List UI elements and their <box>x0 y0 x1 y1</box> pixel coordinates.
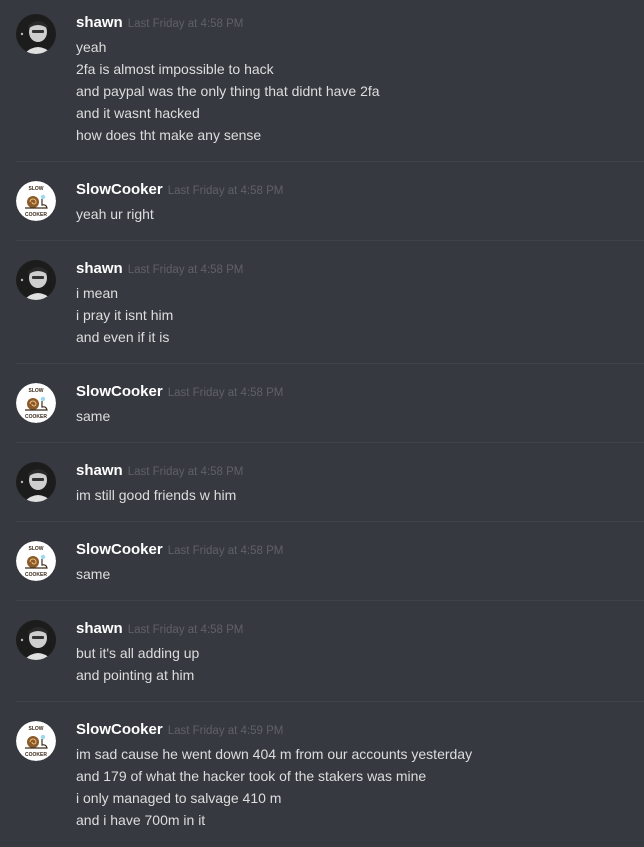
timestamp: Last Friday at 4:58 PM <box>127 18 244 30</box>
timestamp: Last Friday at 4:58 PM <box>127 466 244 478</box>
message-line: and pointing at him <box>76 667 195 683</box>
username[interactable]: SlowCooker <box>76 541 163 558</box>
snail-logo-icon: SLOW COOKER <box>16 181 56 221</box>
message-line: same <box>76 566 111 582</box>
divider <box>16 701 644 702</box>
message-line: and paypal was the only thing that didnt… <box>76 83 380 99</box>
avatar[interactable] <box>16 14 56 54</box>
timestamp: Last Friday at 4:59 PM <box>167 725 284 737</box>
message-line: im still good friends w him <box>76 487 237 503</box>
svg-text:COOKER: COOKER <box>25 752 47 758</box>
timestamp: Last Friday at 4:58 PM <box>167 545 284 557</box>
svg-text:SLOW: SLOW <box>29 546 44 552</box>
svg-text:SLOW: SLOW <box>29 388 44 394</box>
divider <box>16 240 644 241</box>
message-line: same <box>76 408 111 424</box>
message-line: yeah <box>76 39 107 55</box>
avatar[interactable] <box>16 620 56 660</box>
svg-text:SLOW: SLOW <box>29 186 44 192</box>
message-line: but it's all adding up <box>76 645 200 661</box>
username[interactable]: shawn <box>76 260 123 277</box>
username[interactable]: shawn <box>76 462 123 479</box>
svg-text:COOKER: COOKER <box>25 414 47 420</box>
timestamp: Last Friday at 4:58 PM <box>127 264 244 276</box>
username[interactable]: SlowCooker <box>76 721 163 738</box>
timestamp: Last Friday at 4:58 PM <box>167 185 284 197</box>
timestamp: Last Friday at 4:58 PM <box>167 387 284 399</box>
person-photo-icon <box>16 620 56 660</box>
username[interactable]: SlowCooker <box>76 181 163 198</box>
person-photo-icon <box>16 260 56 300</box>
username[interactable]: shawn <box>76 14 123 31</box>
username[interactable]: shawn <box>76 620 123 637</box>
timestamp: Last Friday at 4:58 PM <box>127 624 244 636</box>
divider <box>16 600 644 601</box>
message-line: im sad cause he went down 404 m from our… <box>76 746 473 762</box>
avatar[interactable] <box>16 462 56 502</box>
message-line: i pray it isnt him <box>76 307 174 323</box>
avatar[interactable]: SLOW COOKER <box>16 383 56 423</box>
snail-logo-icon: SLOW COOKER <box>16 721 56 761</box>
divider <box>16 161 644 162</box>
username[interactable]: SlowCooker <box>76 383 163 400</box>
divider <box>16 521 644 522</box>
message-line: and 179 of what the hacker took of the s… <box>76 768 427 784</box>
svg-text:COOKER: COOKER <box>25 572 47 578</box>
chat-messages: shawn Last Friday at 4:58 PM yeah 2fa is … <box>0 0 644 847</box>
snail-logo-icon: SLOW COOKER <box>16 383 56 423</box>
message-line: how does tht make any sense <box>76 127 262 143</box>
message-line: and it wasnt hacked <box>76 105 200 121</box>
message-line: i only managed to salvage 410 m <box>76 790 282 806</box>
divider <box>16 363 644 364</box>
snail-logo-icon: SLOW COOKER <box>16 541 56 581</box>
person-photo-icon <box>16 14 56 54</box>
svg-text:SLOW: SLOW <box>29 726 44 732</box>
message-line: yeah ur right <box>76 206 154 222</box>
message-line: and i have 700m in it <box>76 812 206 828</box>
avatar[interactable] <box>16 260 56 300</box>
avatar[interactable]: SLOW COOKER <box>16 541 56 581</box>
person-photo-icon <box>16 462 56 502</box>
divider <box>16 442 644 443</box>
avatar[interactable]: SLOW COOKER <box>16 721 56 761</box>
message-line: and even if it is <box>76 329 170 345</box>
message-line: 2fa is almost impossible to hack <box>76 61 274 77</box>
avatar[interactable]: SLOW COOKER <box>16 181 56 221</box>
svg-text:COOKER: COOKER <box>25 212 47 218</box>
message-line: i mean <box>76 285 119 301</box>
